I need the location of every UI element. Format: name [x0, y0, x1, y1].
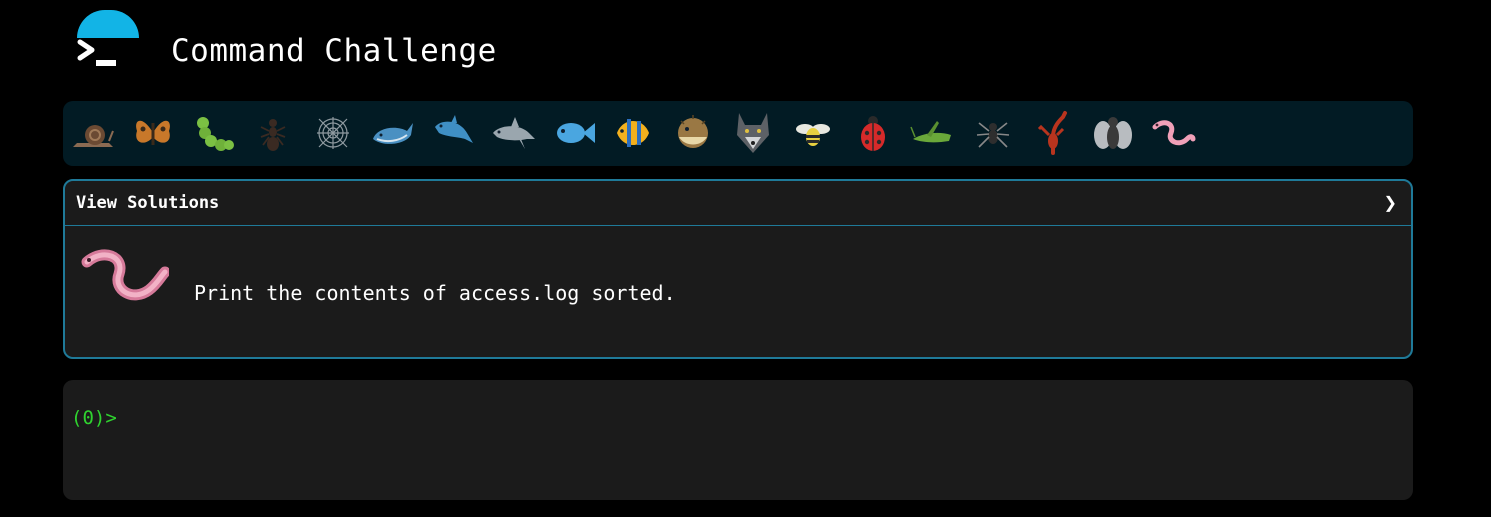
- caterpillar-icon[interactable]: [187, 107, 239, 159]
- spider-icon[interactable]: [967, 107, 1019, 159]
- ladybug-icon[interactable]: [847, 107, 899, 159]
- ant-icon[interactable]: [247, 107, 299, 159]
- fish-icon[interactable]: [547, 107, 599, 159]
- worm-icon: [81, 246, 171, 308]
- challenge-body: Print the contents of access.log sorted.: [65, 226, 1411, 356]
- fly-icon[interactable]: [1087, 107, 1139, 159]
- butterfly-icon[interactable]: [127, 107, 179, 159]
- terminal-prompt: (0)>: [71, 407, 117, 429]
- challenge-task-text: Print the contents of access.log sorted.: [194, 281, 676, 305]
- wolf-icon[interactable]: [727, 107, 779, 159]
- critter-progress-bar: [63, 101, 1413, 166]
- scorpion-icon[interactable]: [1027, 107, 1079, 159]
- page-title: Command Challenge: [171, 33, 497, 69]
- cricket-icon[interactable]: [907, 107, 959, 159]
- header-accent-arc: [77, 10, 139, 38]
- view-solutions-toggle[interactable]: View Solutions ❯: [65, 181, 1411, 226]
- whale-icon[interactable]: [367, 107, 419, 159]
- spider-web-icon[interactable]: [307, 107, 359, 159]
- bee-icon[interactable]: [787, 107, 839, 159]
- dolphin-icon[interactable]: [427, 107, 479, 159]
- challenge-card: View Solutions ❯ Print the contents of a…: [63, 179, 1413, 359]
- worm-icon[interactable]: [1147, 107, 1199, 159]
- chevron-right-icon: ❯: [1383, 191, 1397, 216]
- blowfish-icon[interactable]: [667, 107, 719, 159]
- terminal-input-area[interactable]: (0)>: [63, 380, 1413, 500]
- page: Command Challenge View Solutions ❯ Print…: [0, 0, 1491, 517]
- tropical-fish-icon[interactable]: [607, 107, 659, 159]
- dolphin-icon[interactable]: [487, 107, 539, 159]
- terminal-prompt-icon[interactable]: [76, 36, 120, 70]
- snail-icon[interactable]: [67, 107, 119, 159]
- view-solutions-label: View Solutions: [76, 193, 220, 213]
